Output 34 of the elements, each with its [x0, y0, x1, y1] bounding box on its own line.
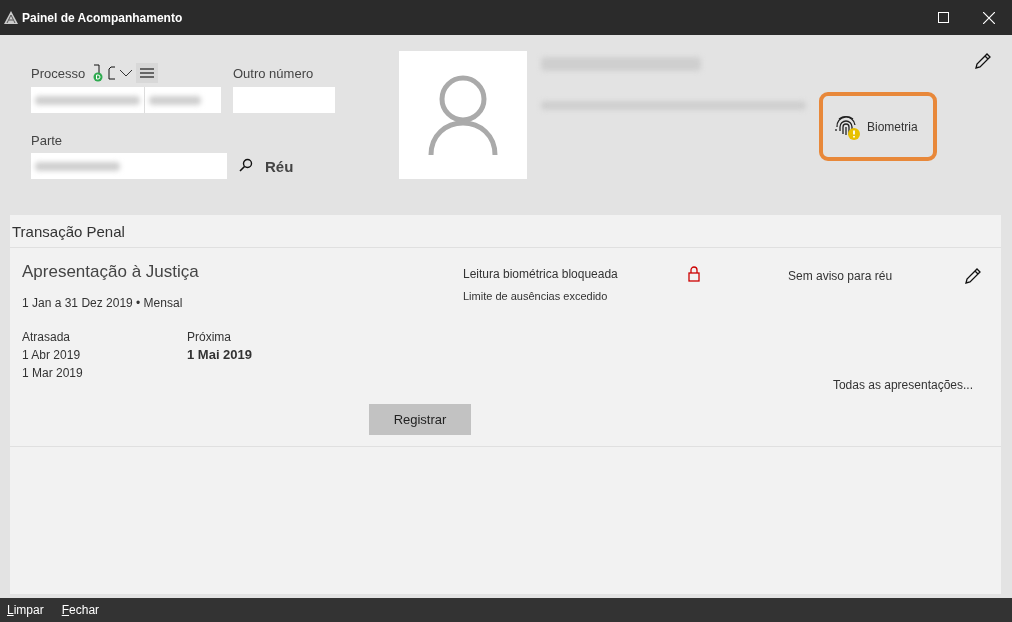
overdue-label: Atrasada [22, 329, 72, 346]
edit-icon[interactable] [973, 51, 993, 71]
blurred-value [149, 95, 201, 105]
biometria-button[interactable]: Biometria [819, 92, 937, 161]
next-date: 1 Mai 2019 [187, 346, 254, 364]
footer-button[interactable]: Limpar [7, 603, 44, 617]
period-text: 1 Jan a 31 Dez 2019 • Mensal [22, 296, 184, 310]
document-badge-icon[interactable] [92, 64, 105, 82]
status-detail: Limite de ausências excedido [463, 290, 609, 302]
person-icon [428, 73, 498, 157]
register-button[interactable]: Registrar [369, 404, 471, 435]
status-text: Leitura biométrica bloqueada [463, 267, 618, 281]
window-title: Painel de Acompanhamento [22, 10, 184, 25]
role-label: Réu [265, 157, 294, 175]
footer-button[interactable]: Fechar [61, 603, 100, 617]
outro-numero-label: Outro número [233, 65, 314, 81]
card-title: Apresentação à Justiça [22, 262, 200, 282]
notice-text: Sem aviso para réu [788, 269, 893, 283]
close-icon[interactable] [983, 11, 995, 24]
processo-label: Processo [31, 65, 86, 81]
overdue-date: 1 Abr 2019 [22, 347, 82, 364]
all-presentations-link[interactable]: Todas as apresentações... [832, 378, 973, 392]
processo-field[interactable] [31, 87, 221, 113]
menu-icon[interactable] [136, 63, 159, 83]
edit-icon[interactable] [963, 266, 983, 286]
maximize-icon[interactable] [937, 12, 949, 23]
parte-label: Parte [31, 133, 63, 148]
chevron-down-icon[interactable] [119, 69, 134, 77]
parte-field[interactable] [31, 153, 227, 179]
app-logo-icon [4, 11, 18, 24]
outro-numero-field[interactable] [233, 87, 335, 113]
overdue-date: 1 Mar 2019 [22, 365, 84, 382]
next-label: Próxima [187, 329, 232, 346]
search-icon[interactable] [239, 158, 253, 172]
